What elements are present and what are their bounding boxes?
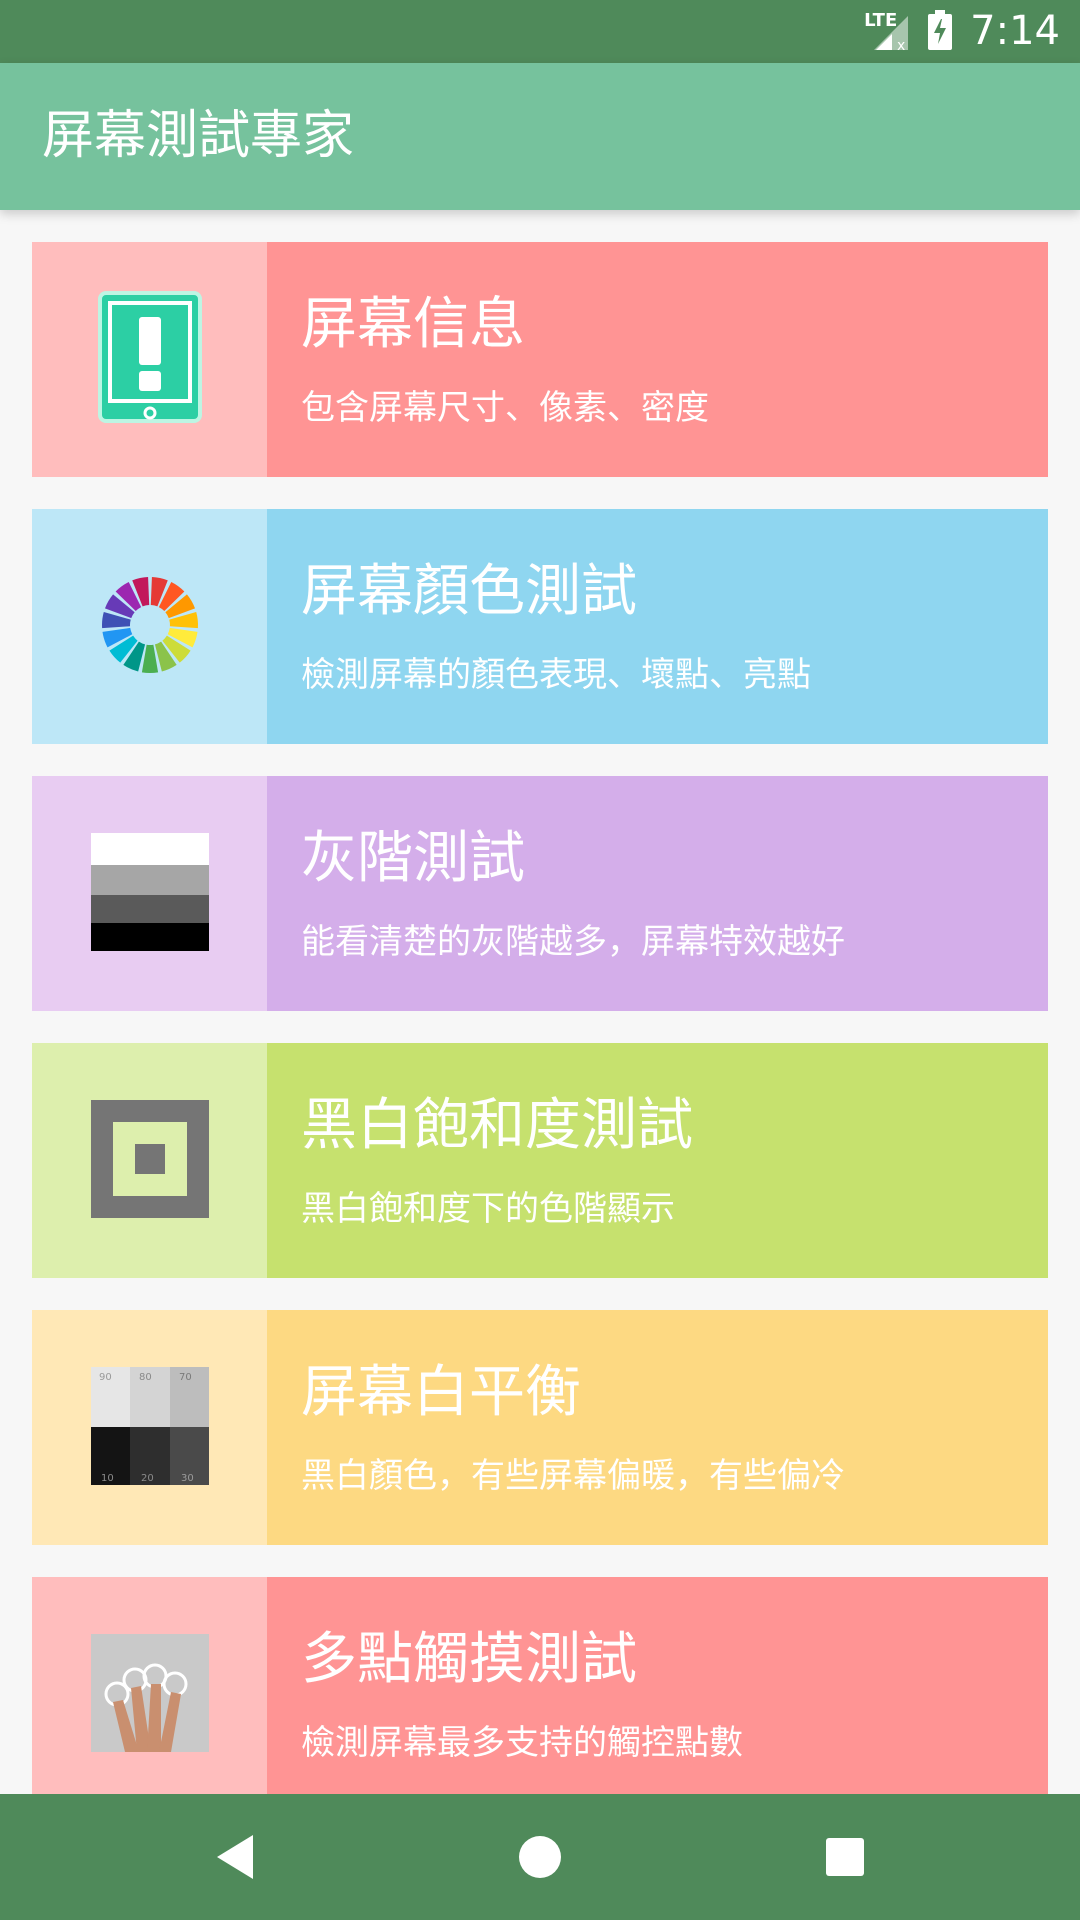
list-item-saturation-test[interactable]: 黑白飽和度測試 黑白飽和度下的色階顯示 <box>32 1043 1048 1278</box>
test-list: 屏幕信息 包含屏幕尺寸、像素、密度 屏幕顏色測試 檢測屏幕的顏色表現、壞點、亮點 <box>32 242 1048 1844</box>
item-title: 多點觸摸測試 <box>301 1627 637 1692</box>
color-wheel-segment <box>141 644 158 673</box>
home-button[interactable] <box>480 1794 600 1920</box>
list-item-multitouch-test[interactable]: 多點觸摸測試 檢測屏幕最多支持的觸控點數 <box>32 1577 1048 1812</box>
item-title: 灰階測試 <box>301 826 525 891</box>
status-bar: LTE x 7:14 <box>0 0 1080 63</box>
wb-label: 20 <box>141 1473 154 1484</box>
item-text-panel: 灰階測試 能看清楚的灰階越多，屏幕特效越好 <box>267 776 1048 1011</box>
wb-label: 10 <box>101 1473 114 1484</box>
item-text-panel: 屏幕顏色測試 檢測屏幕的顏色表現、壞點、亮點 <box>267 509 1048 744</box>
item-text-panel: 多點觸摸測試 檢測屏幕最多支持的觸控點數 <box>267 1577 1048 1812</box>
item-subtitle: 黑白飽和度下的色階顯示 <box>301 1189 675 1229</box>
white-balance-icon: 90 80 70 10 20 30 <box>90 1366 209 1489</box>
item-subtitle: 能看清楚的灰階越多，屏幕特效越好 <box>301 922 845 962</box>
wb-label: 90 <box>99 1372 112 1383</box>
recents-square-icon <box>826 1838 864 1876</box>
battery-charging-icon <box>928 9 953 54</box>
list-item-white-balance[interactable]: 90 80 70 10 20 30 屏幕白平衡 黑白顏色，有些屏幕偏暖，有些偏冷 <box>32 1310 1048 1545</box>
item-text-panel: 屏幕白平衡 黑白顏色，有些屏幕偏暖，有些偏冷 <box>267 1310 1048 1545</box>
status-time: 7:14 <box>970 8 1060 54</box>
item-icon-panel: 90 80 70 10 20 30 <box>32 1310 267 1545</box>
list-item-screen-info[interactable]: 屏幕信息 包含屏幕尺寸、像素、密度 <box>32 242 1048 477</box>
item-text-panel: 屏幕信息 包含屏幕尺寸、像素、密度 <box>267 242 1048 477</box>
back-triangle-icon <box>217 1835 253 1879</box>
app-title: 屏幕測試專家 <box>42 106 355 166</box>
item-icon-panel <box>32 776 267 1011</box>
app-bar: 屏幕測試專家 <box>0 63 1080 210</box>
item-icon-panel <box>32 242 267 477</box>
multitouch-hand-icon <box>90 1633 209 1756</box>
item-title: 黑白飽和度測試 <box>301 1093 693 1158</box>
wb-label: 80 <box>139 1372 152 1383</box>
lte-signal-icon: LTE x <box>864 10 910 52</box>
item-icon-panel <box>32 509 267 744</box>
home-circle-icon <box>519 1836 561 1878</box>
phone-alert-icon <box>97 290 202 429</box>
item-icon-panel <box>32 1043 267 1278</box>
status-icons: LTE x 7:14 <box>864 0 1060 63</box>
wb-label: 70 <box>179 1372 192 1383</box>
item-subtitle: 包含屏幕尺寸、像素、密度 <box>301 388 709 428</box>
back-button[interactable] <box>175 1794 295 1920</box>
color-wheel-icon <box>100 575 200 679</box>
item-title: 屏幕信息 <box>301 292 525 357</box>
list-item-color-test[interactable]: 屏幕顏色測試 檢測屏幕的顏色表現、壞點、亮點 <box>32 509 1048 744</box>
item-subtitle: 檢測屏幕最多支持的觸控點數 <box>301 1723 743 1763</box>
navigation-bar <box>0 1794 1080 1920</box>
recents-button[interactable] <box>785 1794 905 1920</box>
grayscale-bars-icon <box>90 832 209 955</box>
item-icon-panel <box>32 1577 267 1812</box>
item-title: 屏幕白平衡 <box>301 1360 581 1425</box>
saturation-square-icon <box>90 1099 209 1222</box>
item-text-panel: 黑白飽和度測試 黑白飽和度下的色階顯示 <box>267 1043 1048 1278</box>
item-title: 屏幕顏色測試 <box>301 559 637 624</box>
item-subtitle: 黑白顏色，有些屏幕偏暖，有些偏冷 <box>301 1456 845 1496</box>
item-subtitle: 檢測屏幕的顏色表現、壞點、亮點 <box>301 655 811 695</box>
wb-label: 30 <box>181 1473 194 1484</box>
svg-text:x: x <box>897 38 905 52</box>
list-item-grayscale-test[interactable]: 灰階測試 能看清楚的灰階越多，屏幕特效越好 <box>32 776 1048 1011</box>
